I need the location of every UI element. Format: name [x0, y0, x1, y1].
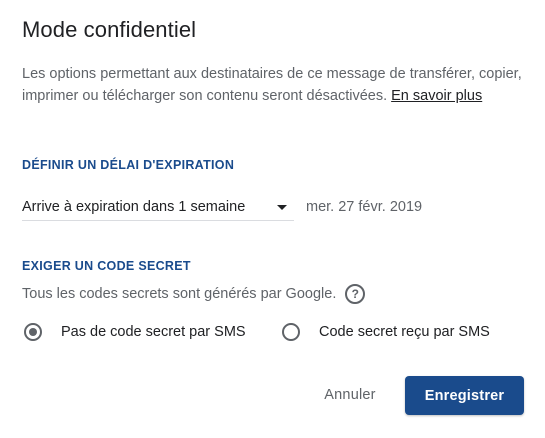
help-icon[interactable]: ?	[345, 284, 366, 304]
expiration-section-label: DÉFINIR UN DÉLAI D'EXPIRATION	[22, 158, 235, 172]
expiration-select-value: Arrive à expiration dans 1 semaine	[22, 199, 246, 215]
dialog-description: Les options permettant aux destinataires…	[22, 63, 522, 107]
passcode-info: Tous les codes secrets sont générés par …	[22, 284, 366, 304]
radio-selected-icon[interactable]	[24, 323, 42, 341]
radio-sms-passcode[interactable]: Code secret reçu par SMS	[282, 322, 490, 342]
save-button[interactable]: Enregistrer	[405, 376, 524, 415]
dialog-title: Mode confidentiel	[22, 17, 197, 42]
expiration-select[interactable]: Arrive à expiration dans 1 semaine	[22, 193, 294, 221]
radio-unselected-icon[interactable]	[282, 323, 300, 341]
radio-no-sms-label: Pas de code secret par SMS	[61, 324, 246, 340]
radio-sms-label: Code secret reçu par SMS	[319, 324, 490, 340]
dropdown-arrow-icon	[277, 205, 287, 210]
radio-no-sms-passcode[interactable]: Pas de code secret par SMS	[24, 322, 246, 342]
learn-more-link[interactable]: En savoir plus	[391, 88, 482, 104]
passcode-section-label: EXIGER UN CODE SECRET	[22, 259, 191, 273]
cancel-button[interactable]: Annuler	[306, 376, 394, 414]
confidential-mode-dialog: Mode confidentiel Les options permettant…	[0, 0, 545, 438]
expiry-date: mer. 27 févr. 2019	[306, 199, 423, 215]
passcode-info-text: Tous les codes secrets sont générés par …	[22, 286, 337, 302]
